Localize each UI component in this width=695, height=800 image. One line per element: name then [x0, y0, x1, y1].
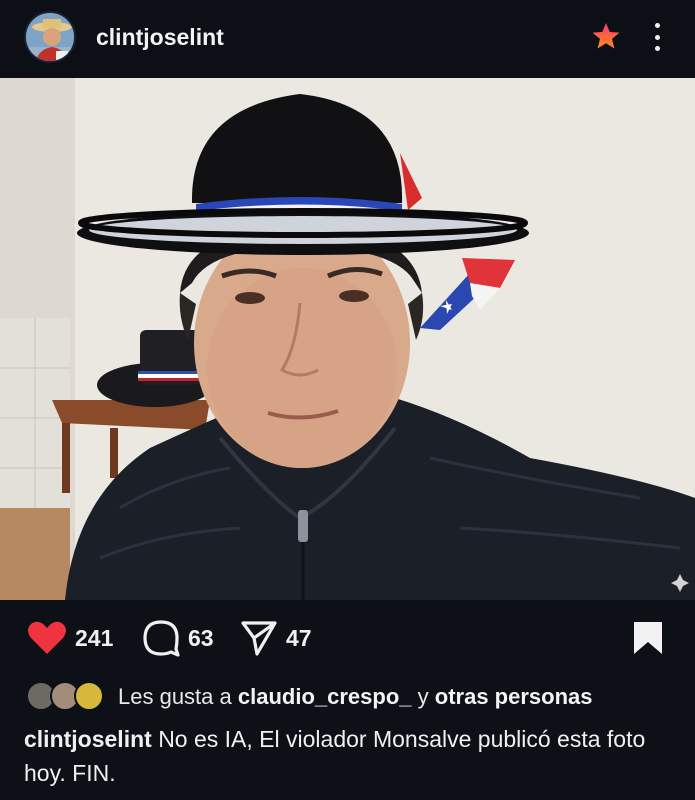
- selfie-image: [0, 78, 695, 600]
- comments-count: 63: [188, 624, 214, 651]
- star-icon[interactable]: [591, 21, 621, 51]
- post-header: clintjoselint: [0, 0, 695, 78]
- bookmark-icon[interactable]: [632, 620, 664, 656]
- comment-button[interactable]: 63: [142, 618, 214, 658]
- liked-by-row[interactable]: Les gusta a claudio_crespo_ y otras pers…: [26, 681, 593, 713]
- likes-count: 241: [75, 624, 114, 651]
- comment-bubble-icon[interactable]: [142, 619, 180, 657]
- liked-by-prefix: Les gusta a: [118, 684, 232, 709]
- shares-count: 47: [286, 624, 312, 651]
- liked-by-middle: y: [417, 684, 429, 709]
- liker-avatars[interactable]: [26, 681, 108, 713]
- liked-by-user-link[interactable]: claudio_crespo_: [238, 684, 412, 709]
- post-actions: 241 63 47: [0, 600, 695, 678]
- more-vertical-icon[interactable]: [645, 20, 669, 54]
- avatar[interactable]: [24, 11, 76, 63]
- liker-avatar[interactable]: [74, 681, 104, 711]
- like-button[interactable]: 241: [27, 618, 113, 658]
- heart-icon[interactable]: [27, 620, 67, 656]
- post-photo[interactable]: [0, 78, 695, 600]
- liked-by-others-link[interactable]: otras personas: [435, 684, 593, 709]
- post-username[interactable]: clintjoselint: [96, 24, 224, 51]
- post-caption: clintjoselint No es IA, El violador Mons…: [24, 722, 674, 790]
- avatar-image: [26, 13, 74, 61]
- share-button[interactable]: 47: [240, 618, 312, 658]
- caption-username[interactable]: clintjoselint: [24, 726, 152, 752]
- paper-plane-icon[interactable]: [240, 619, 278, 657]
- liked-by-text: Les gusta a claudio_crespo_ y otras pers…: [118, 684, 593, 710]
